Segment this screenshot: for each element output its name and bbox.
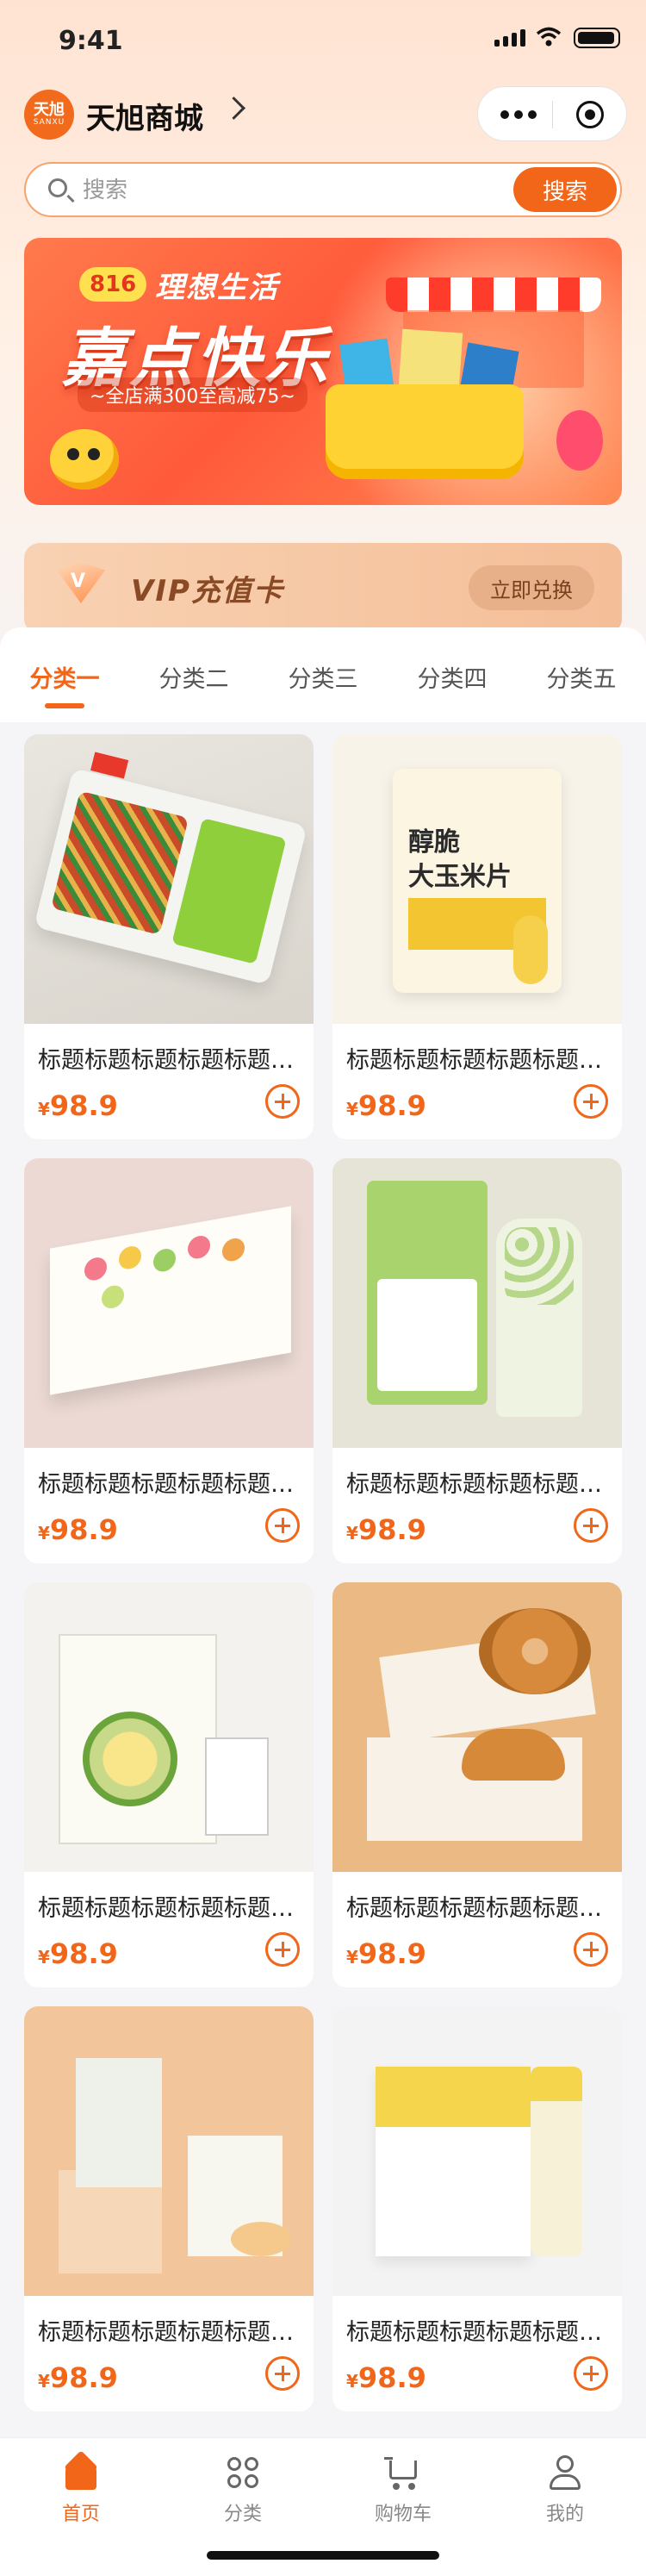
add-to-cart-icon[interactable] (265, 1932, 300, 1967)
store-name[interactable]: 天旭商城 (86, 95, 203, 137)
tab-category-3[interactable]: 分类三 (285, 652, 362, 703)
product-card[interactable]: 醇脆 大玉米片 标题标题标题标题标题标题 ¥98.9 (332, 734, 622, 1139)
product-title: 标题标题标题标题标题标题 (346, 2319, 608, 2346)
search-button[interactable]: 搜索 (513, 167, 617, 212)
product-price: ¥98.9 (38, 2361, 118, 2394)
product-title: 标题标题标题标题标题标题 (38, 1047, 300, 1074)
add-to-cart-icon[interactable] (574, 1932, 608, 1967)
add-to-cart-icon[interactable] (574, 1084, 608, 1119)
product-image[interactable] (24, 1582, 314, 1872)
add-to-cart-icon[interactable] (574, 1508, 608, 1543)
vip-redeem-button[interactable]: 立即兑换 (469, 565, 594, 610)
logo-text: 天旭 (34, 100, 65, 119)
tab-category-1[interactable]: 分类一 (27, 652, 103, 708)
tabbar-item-home[interactable]: 首页 (29, 2454, 133, 2526)
product-price: ¥98.9 (38, 1513, 118, 1546)
product-card[interactable]: 标题标题标题标题标题标题 ¥98.9 (24, 1158, 314, 1563)
product-title: 标题标题标题标题标题标题 (38, 1471, 300, 1498)
product-title: 标题标题标题标题标题标题 (346, 1047, 608, 1074)
product-title: 标题标题标题标题标题标题 (346, 1471, 608, 1498)
tabbar-item-mine[interactable]: 我的 (513, 2454, 617, 2526)
banner-balloon (556, 410, 603, 471)
store-logo[interactable]: 天旭 SANXU (24, 90, 74, 140)
product-price: ¥98.9 (346, 1513, 426, 1546)
product-price: ¥98.9 (346, 2361, 426, 2394)
wifi-icon (536, 27, 562, 47)
tab-category-2[interactable]: 分类二 (156, 652, 233, 703)
cart-icon (384, 2454, 422, 2492)
search-input[interactable] (81, 171, 498, 210)
category-tabs-container: 分类一 分类二 分类三 分类四 分类五 (0, 627, 646, 722)
product-image[interactable] (24, 1158, 314, 1448)
product-image[interactable] (332, 2006, 622, 2296)
home-icon (62, 2454, 100, 2492)
tabbar-label: 我的 (545, 2504, 584, 2525)
vip-label: VIP充值卡 (131, 574, 284, 608)
banner-basket (326, 384, 524, 479)
product-image[interactable] (24, 2006, 314, 2296)
mini-program-capsule (477, 86, 627, 141)
promo-banner[interactable]: 816 理想生活 嘉点快乐 ~全店满300至高减75~ (24, 238, 622, 505)
tabbar-label: 购物车 (374, 2504, 432, 2525)
banner-promo-text: ~全店满300至高减75~ (78, 377, 307, 412)
add-to-cart-icon[interactable] (265, 1508, 300, 1543)
product-card[interactable]: 标题标题标题标题标题标题 ¥98.9 (24, 1582, 314, 1987)
product-price: ¥98.9 (38, 1937, 118, 1970)
product-title: 标题标题标题标题标题标题 (346, 1895, 608, 1922)
category-icon (224, 2454, 262, 2492)
package-text: 大玉米片 (408, 862, 512, 892)
product-card[interactable]: 标题标题标题标题标题标题 ¥98.9 (24, 734, 314, 1139)
home-indicator (207, 2551, 439, 2560)
product-image[interactable] (24, 734, 314, 1024)
product-title: 标题标题标题标题标题标题 (38, 1895, 300, 1922)
tab-category-4[interactable]: 分类四 (414, 652, 491, 703)
product-grid: 标题标题标题标题标题标题 ¥98.9 醇脆 大玉米片 标题标题标题标题标题标题 … (24, 734, 622, 2411)
header: 天旭 SANXU 天旭商城 (0, 83, 646, 148)
vip-card[interactable]: V VIP充值卡 立即兑换 (24, 543, 622, 634)
add-to-cart-icon[interactable] (574, 2356, 608, 2391)
capsule-divider (552, 101, 553, 128)
battery-icon (574, 28, 620, 48)
vip-gem-icon: V (52, 557, 112, 614)
product-image[interactable] (332, 1158, 622, 1448)
product-price: ¥98.9 (346, 1937, 426, 1970)
category-tabs: 分类一 分类二 分类三 分类四 分类五 (0, 652, 646, 708)
banner-shop-awning (386, 278, 601, 312)
product-price: ¥98.9 (38, 1089, 118, 1122)
search-bar: 搜索 (24, 162, 622, 217)
chevron-right-icon[interactable] (222, 97, 245, 120)
status-bar: 9:41 (0, 0, 646, 79)
tabbar-item-category[interactable]: 分类 (191, 2454, 295, 2526)
user-icon (546, 2454, 584, 2492)
signal-icon (494, 29, 525, 47)
tabbar-label: 分类 (223, 2504, 262, 2525)
more-icon[interactable] (500, 110, 537, 119)
product-title: 标题标题标题标题标题标题 (38, 2319, 300, 2346)
banner-mascot (50, 429, 119, 490)
add-to-cart-icon[interactable] (265, 2356, 300, 2391)
product-card[interactable]: 标题标题标题标题标题标题 ¥98.9 (332, 2006, 622, 2411)
product-image[interactable] (332, 1582, 622, 1872)
add-to-cart-icon[interactable] (265, 1084, 300, 1119)
package-text: 醇脆 (408, 827, 460, 858)
product-card[interactable]: 标题标题标题标题标题标题 ¥98.9 (332, 1582, 622, 1987)
tab-category-5[interactable]: 分类五 (544, 652, 620, 703)
search-icon (48, 178, 67, 197)
product-price: ¥98.9 (346, 1089, 426, 1122)
banner-subtitle: 理想生活 (155, 271, 279, 305)
logo-subtext: SANXU (33, 117, 65, 127)
tabbar-item-cart[interactable]: 购物车 (351, 2454, 455, 2526)
status-time: 9:41 (59, 26, 123, 56)
product-card[interactable]: 标题标题标题标题标题标题 ¥98.9 (332, 1158, 622, 1563)
tabbar-label: 首页 (61, 2504, 100, 2525)
product-image[interactable]: 醇脆 大玉米片 (332, 734, 622, 1024)
product-card[interactable]: 标题标题标题标题标题标题 ¥98.9 (24, 2006, 314, 2411)
banner-tag: 816 (79, 267, 147, 302)
close-target-icon[interactable] (576, 101, 604, 128)
